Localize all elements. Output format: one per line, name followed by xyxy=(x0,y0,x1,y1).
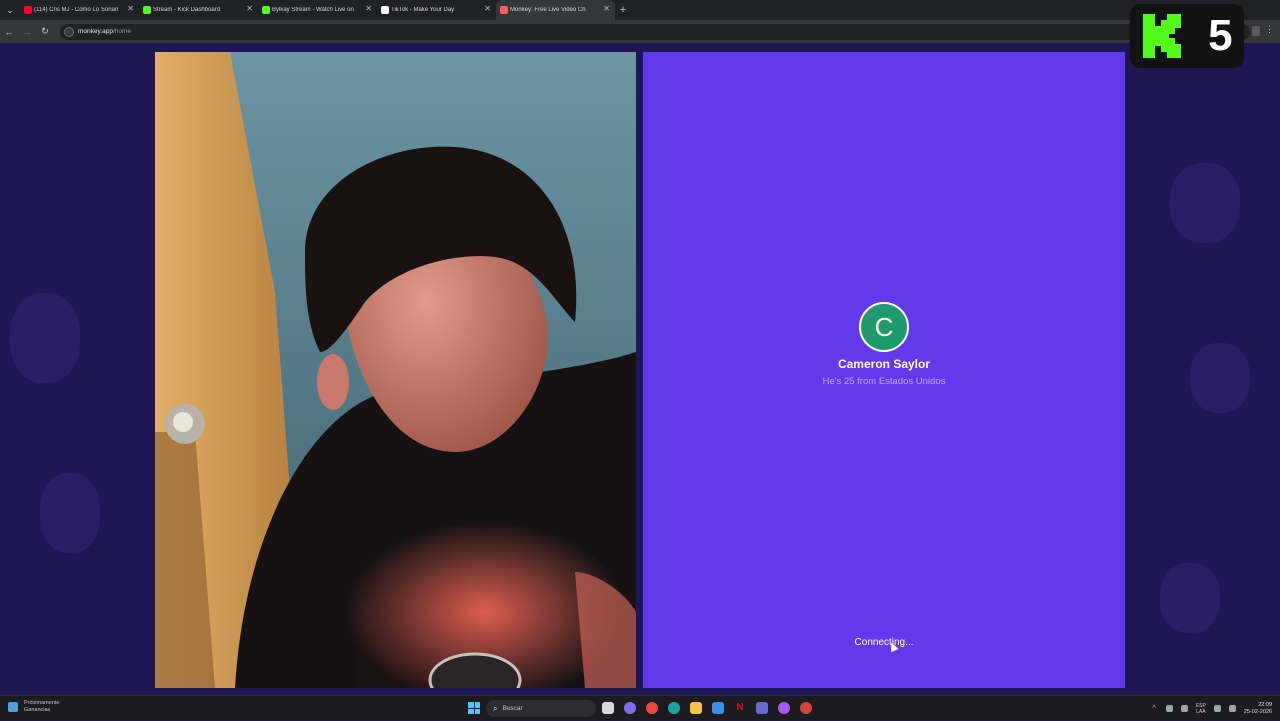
url-text: monkey.app/home xyxy=(78,28,132,35)
address-bar[interactable]: monkey.app/home xyxy=(60,23,1250,40)
kick-favicon-icon xyxy=(262,6,270,14)
tab-close-icon[interactable]: ✕ xyxy=(127,4,134,13)
site-info-icon[interactable] xyxy=(64,26,74,37)
remote-user-avatar: C xyxy=(859,302,909,352)
browser-tab-active[interactable]: Monkey: Free Live Video Ch ✕ xyxy=(496,0,615,20)
back-icon[interactable]: ← xyxy=(0,27,18,37)
connection-status: Connecting... xyxy=(854,637,914,648)
background-pattern xyxy=(10,293,80,383)
start-icon[interactable] xyxy=(468,702,480,714)
camera-image xyxy=(155,52,636,688)
taskbar-search[interactable]: ⌕ Buscar xyxy=(486,700,596,717)
tab-title: TikTok - Make Your Day xyxy=(391,7,455,13)
browser-tab[interactable]: Bylkay Stream - Watch Live on ✕ xyxy=(258,0,377,20)
tab-close-icon[interactable]: ✕ xyxy=(484,4,491,13)
tab-close-icon[interactable]: ✕ xyxy=(603,4,610,13)
browser-menu-icon[interactable]: ⋮ xyxy=(1265,24,1274,35)
weather-widget[interactable]: Próximamente Ganancias xyxy=(8,700,84,714)
new-tab-icon[interactable]: + xyxy=(615,4,631,16)
wifi-icon[interactable] xyxy=(1213,705,1221,712)
extension-icon[interactable] xyxy=(1252,26,1260,36)
widget-icon xyxy=(8,702,18,712)
browser-tab[interactable]: (114) Cris MJ - Como Lo Soñam ✕ xyxy=(20,0,139,20)
youtube-favicon-icon xyxy=(24,6,32,14)
widget-text: Próximamente Ganancias xyxy=(24,700,60,713)
tab-close-icon[interactable]: ✕ xyxy=(365,4,372,13)
browser-toolbar: ← → ↻ monkey.app/home ⋮ xyxy=(0,20,1280,43)
tab-title: (114) Cris MJ - Como Lo Soñam xyxy=(34,7,118,13)
browser-tab[interactable]: Stream - Kick Dashboard ✕ xyxy=(139,0,258,20)
task-view-icon[interactable] xyxy=(602,702,614,714)
local-video-feed xyxy=(155,52,636,688)
background-pattern xyxy=(1190,343,1250,413)
netflix-icon[interactable]: N xyxy=(734,702,746,714)
kick-favicon-icon xyxy=(143,6,151,14)
clock[interactable]: 22:09 25-02-2026 xyxy=(1244,702,1272,716)
tray-overflow-icon[interactable]: ^ xyxy=(1153,705,1156,712)
background-pattern xyxy=(1170,163,1240,243)
kick-logo-icon xyxy=(1143,14,1182,58)
background-pattern xyxy=(1160,563,1220,633)
network-icon[interactable] xyxy=(1165,705,1173,712)
forward-icon[interactable]: → xyxy=(18,27,36,37)
monkey-favicon-icon xyxy=(500,6,508,14)
tab-search-icon[interactable]: ⌄ xyxy=(0,0,20,20)
browser-tab[interactable]: TikTok - Make Your Day ✕ xyxy=(377,0,496,20)
file-explorer-icon[interactable] xyxy=(690,702,702,714)
remote-user-name: Cameron Saylor xyxy=(837,357,931,371)
chrome-icon[interactable] xyxy=(646,702,658,714)
tab-title: Bylkay Stream - Watch Live on xyxy=(272,7,354,13)
tiktok-favicon-icon xyxy=(381,6,389,14)
search-placeholder: Buscar xyxy=(502,705,523,712)
background-pattern xyxy=(40,473,100,553)
copilot-icon[interactable] xyxy=(624,702,636,714)
tab-close-icon[interactable]: ✕ xyxy=(246,4,253,13)
edge-icon[interactable] xyxy=(668,702,680,714)
onedrive-icon[interactable] xyxy=(1180,705,1188,712)
remote-video-panel: C Cameron Saylor He's 25 from Estados Un… xyxy=(643,52,1125,688)
browser-tab-strip: ⌄ (114) Cris MJ - Como Lo Soñam ✕ Stream… xyxy=(0,0,1280,20)
volume-icon[interactable] xyxy=(1228,705,1236,712)
search-icon: ⌕ xyxy=(493,703,498,713)
teams-icon[interactable] xyxy=(756,702,768,714)
remote-user-info: He's 25 from Estados Unidos xyxy=(822,376,946,387)
stream-overlay-badge: 5 xyxy=(1130,4,1244,68)
reload-icon[interactable]: ↻ xyxy=(36,26,54,37)
os-taskbar: Próximamente Ganancias ⌕ Buscar N ^ ESP L… xyxy=(0,695,1280,720)
tab-title: Stream - Kick Dashboard xyxy=(153,7,221,13)
stream-counter: 5 xyxy=(1208,11,1233,60)
tab-title: Monkey: Free Live Video Ch xyxy=(510,7,586,13)
media-app-icon[interactable] xyxy=(800,702,812,714)
system-tray: ^ ESP LAA 22:09 25-02-2026 xyxy=(1153,696,1280,721)
language-indicator[interactable]: ESP LAA xyxy=(1196,703,1206,715)
messenger-icon[interactable] xyxy=(778,702,790,714)
store-icon[interactable] xyxy=(712,702,724,714)
